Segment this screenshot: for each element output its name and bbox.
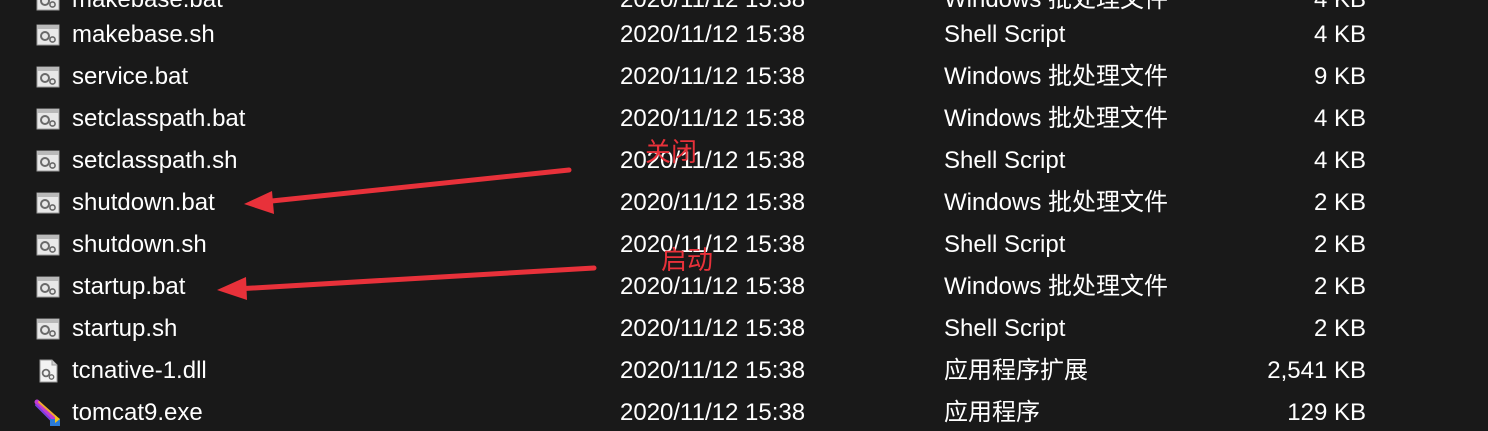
file-date: 2020/11/12 15:38 — [620, 357, 806, 384]
file-name: setclasspath.bat — [72, 105, 246, 132]
file-size: 2 KB — [1313, 189, 1366, 216]
file-size: 9 KB — [1313, 63, 1366, 90]
file-row[interactable]: shutdown.bat 2020/11/12 15:38 Windows 批处… — [0, 182, 1488, 224]
file-date: 2020/11/12 15:38 — [620, 21, 806, 48]
file-name: setclasspath.sh — [72, 147, 238, 174]
file-date: 2020/11/12 15:38 — [620, 105, 806, 132]
batch-file-icon — [34, 56, 62, 98]
file-name: startup.bat — [72, 273, 186, 300]
file-date: 2020/11/12 15:38 — [620, 189, 806, 216]
file-size: 2 KB — [1313, 315, 1366, 342]
file-type: Windows 批处理文件 — [944, 63, 1169, 90]
file-date: 2020/11/12 15:38 — [620, 399, 806, 426]
script-file-icon — [34, 308, 62, 350]
file-row[interactable]: startup.bat 2020/11/12 15:38 Windows 批处理… — [0, 266, 1488, 308]
dll-file-icon — [34, 350, 62, 392]
file-row[interactable]: tcnative-1.dll 2020/11/12 15:38 应用程序扩展 2… — [0, 350, 1488, 392]
file-size: 4 KB — [1313, 105, 1366, 132]
file-size: 2 KB — [1313, 231, 1366, 258]
script-file-icon — [34, 140, 62, 182]
batch-file-icon — [34, 98, 62, 140]
file-type: Windows 批处理文件 — [944, 189, 1169, 216]
file-row[interactable]: setclasspath.bat 2020/11/12 15:38 Window… — [0, 98, 1488, 140]
file-name: service.bat — [72, 63, 189, 90]
file-size: 2 KB — [1313, 273, 1366, 300]
file-name: shutdown.sh — [72, 231, 207, 258]
script-file-icon — [34, 14, 62, 56]
batch-file-icon — [34, 266, 62, 308]
file-row[interactable]: tomcat9.exe 2020/11/12 15:38 应用程序 129 KB — [0, 392, 1488, 431]
file-type: Shell Script — [944, 231, 1066, 258]
file-type: Windows 批处理文件 — [944, 273, 1169, 300]
file-row[interactable]: setclasspath.sh 2020/11/12 15:38 Shell S… — [0, 140, 1488, 182]
file-size: 2,541 KB — [1267, 357, 1366, 384]
file-date: 2020/11/12 15:38 — [620, 63, 806, 90]
file-type: Shell Script — [944, 147, 1066, 174]
file-type: 应用程序 — [944, 399, 1040, 426]
file-name: makebase.sh — [72, 21, 215, 48]
file-type: Shell Script — [944, 21, 1066, 48]
file-row[interactable]: service.bat 2020/11/12 15:38 Windows 批处理… — [0, 56, 1488, 98]
file-date: 2020/11/12 15:38 — [620, 315, 806, 342]
script-file-icon — [34, 224, 62, 266]
file-size: 4 KB — [1313, 21, 1366, 48]
file-type: Windows 批处理文件 — [944, 105, 1169, 132]
file-row[interactable]: makebase.sh 2020/11/12 15:38 Shell Scrip… — [0, 14, 1488, 56]
file-explorer-list: makebase.bat 2020/11/12 15:38 Windows 批处… — [0, 0, 1488, 431]
tomcat-exe-icon — [34, 392, 62, 431]
file-type: 应用程序扩展 — [944, 357, 1088, 384]
file-name: tcnative-1.dll — [72, 357, 207, 384]
file-type: Shell Script — [944, 315, 1066, 342]
file-name: shutdown.bat — [72, 189, 215, 216]
batch-file-icon — [34, 182, 62, 224]
file-size: 129 KB — [1287, 399, 1366, 426]
file-size: 4 KB — [1313, 147, 1366, 174]
startup-annotation-label: 启动 — [661, 246, 714, 276]
file-row[interactable]: shutdown.sh 2020/11/12 15:38 Shell Scrip… — [0, 224, 1488, 266]
file-name: tomcat9.exe — [72, 399, 203, 426]
shutdown-annotation-label: 关闭 — [645, 138, 698, 168]
file-name: startup.sh — [72, 315, 178, 342]
file-row[interactable]: startup.sh 2020/11/12 15:38 Shell Script… — [0, 308, 1488, 350]
